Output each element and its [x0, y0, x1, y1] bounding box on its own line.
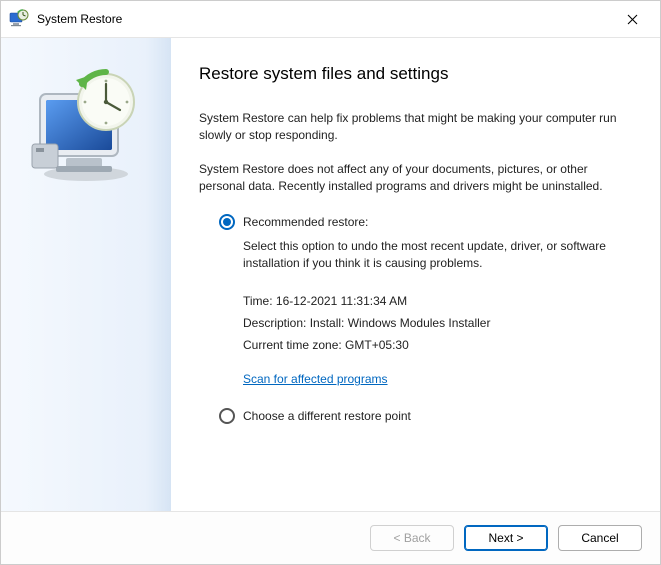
restore-time: Time: 16-12-2021 11:31:34 AM [243, 294, 624, 308]
scan-affected-programs-link[interactable]: Scan for affected programs [243, 372, 388, 386]
recommended-restore-label: Recommended restore: [243, 215, 368, 229]
restore-timezone-label: Current time zone: [243, 338, 345, 352]
different-restore-point-option[interactable]: Choose a different restore point [219, 408, 624, 424]
restore-description-label: Description: [243, 316, 310, 330]
restore-illustration-icon [26, 66, 146, 186]
restore-description-value: Install: Windows Modules Installer [310, 316, 491, 330]
different-restore-point-label: Choose a different restore point [243, 409, 411, 423]
content-area: Restore system files and settings System… [1, 37, 660, 512]
restore-options: Recommended restore: Select this option … [219, 214, 624, 425]
restore-time-value: 16-12-2021 11:31:34 AM [276, 294, 407, 308]
back-button: < Back [370, 525, 454, 551]
intro-paragraph-2: System Restore does not affect any of yo… [199, 161, 624, 196]
main-panel: Restore system files and settings System… [171, 38, 660, 511]
titlebar: System Restore [1, 1, 660, 37]
restore-time-label: Time: [243, 294, 276, 308]
intro-paragraph-1: System Restore can help fix problems tha… [199, 110, 624, 145]
wizard-sidebar [1, 38, 171, 511]
cancel-button[interactable]: Cancel [558, 525, 642, 551]
restore-timezone-value: GMT+05:30 [345, 338, 409, 352]
window-title: System Restore [37, 12, 612, 26]
wizard-footer: < Back Next > Cancel [1, 512, 660, 564]
system-restore-wizard: System Restore [0, 0, 661, 565]
restore-description: Description: Install: Windows Modules In… [243, 316, 624, 330]
close-button[interactable] [612, 5, 652, 33]
next-button[interactable]: Next > [464, 525, 548, 551]
restore-timezone: Current time zone: GMT+05:30 [243, 338, 624, 352]
radio-different[interactable] [219, 408, 235, 424]
recommended-restore-description: Select this option to undo the most rece… [243, 238, 624, 273]
radio-recommended[interactable] [219, 214, 235, 230]
page-heading: Restore system files and settings [199, 64, 624, 84]
recommended-restore-option[interactable]: Recommended restore: [219, 214, 624, 230]
system-restore-icon [9, 9, 29, 29]
